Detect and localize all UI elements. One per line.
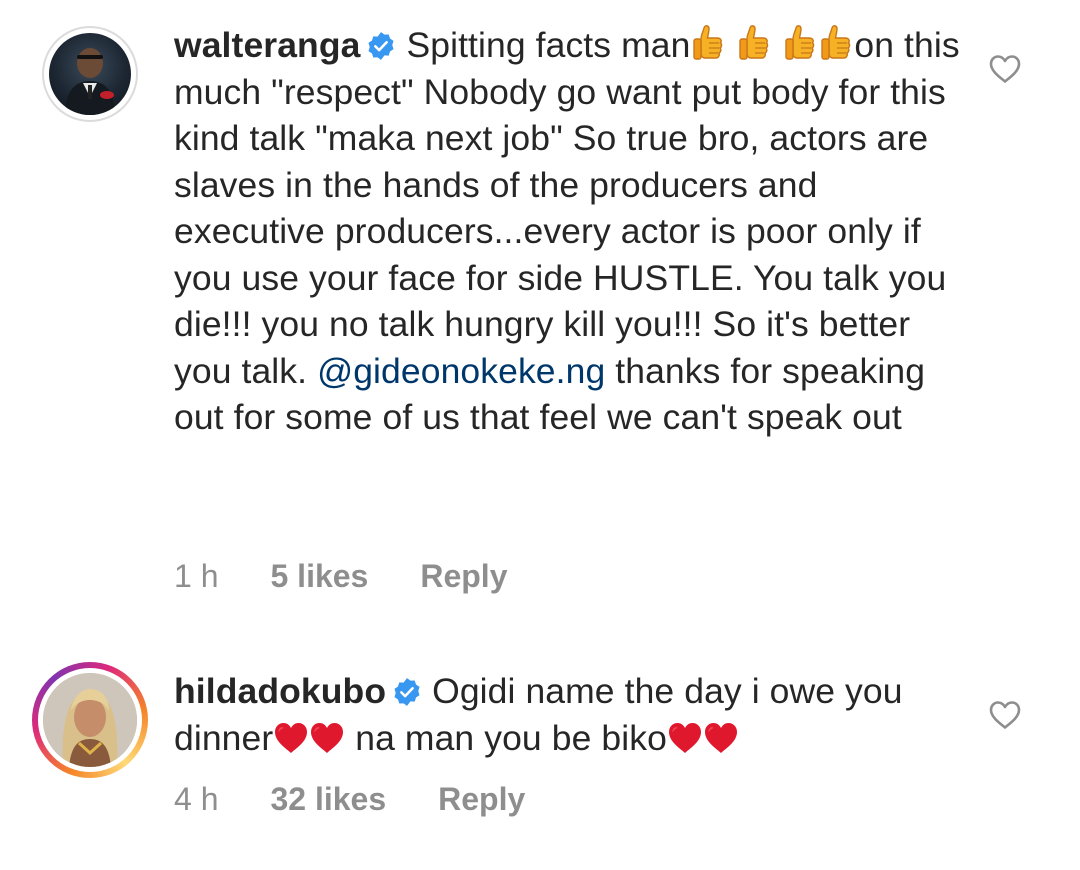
avatar-image bbox=[49, 33, 131, 115]
likes-count[interactable]: 32 likes bbox=[270, 781, 386, 818]
reply-button[interactable]: Reply bbox=[438, 781, 525, 818]
thumbs-up-icon bbox=[818, 23, 854, 63]
avatar-story-ring bbox=[38, 668, 142, 772]
avatar[interactable] bbox=[32, 662, 148, 778]
red-heart-icon bbox=[667, 721, 703, 755]
comment-meta: 1 h 5 likes Reply bbox=[174, 558, 507, 595]
comment-body: na man you be biko bbox=[355, 717, 667, 758]
thumbs-up-icon bbox=[690, 23, 726, 63]
comment-body: Spitting facts man bbox=[406, 25, 691, 65]
red-heart-icon bbox=[703, 721, 739, 755]
avatar[interactable] bbox=[42, 26, 138, 122]
verified-badge-icon bbox=[366, 31, 396, 61]
timestamp: 4 h bbox=[174, 781, 219, 817]
username[interactable]: walteranga bbox=[174, 25, 360, 65]
heart-outline-icon[interactable] bbox=[988, 54, 1022, 84]
mention-link[interactable]: @gideonokeke.ng bbox=[317, 351, 605, 391]
red-heart-icon bbox=[309, 721, 345, 755]
thumbs-up-icon bbox=[736, 23, 772, 63]
comment-meta: 4 h 32 likes Reply bbox=[174, 781, 525, 818]
comment-body: on this much "respect" Nobody go want pu… bbox=[174, 25, 960, 391]
likes-count[interactable]: 5 likes bbox=[270, 558, 368, 595]
avatar-image bbox=[43, 673, 137, 767]
comment-text: hildadokubo Ogidi name the day i owe you … bbox=[174, 668, 964, 761]
username[interactable]: hildadokubo bbox=[174, 671, 386, 711]
comment-text: walteranga Spitting facts man on this muc… bbox=[174, 22, 964, 441]
comment-item: hildadokubo Ogidi name the day i owe you … bbox=[0, 640, 1080, 870]
verified-badge-icon bbox=[392, 677, 422, 707]
red-heart-icon bbox=[273, 721, 309, 755]
thumbs-up-icon bbox=[782, 23, 818, 63]
timestamp: 1 h bbox=[174, 558, 219, 594]
reply-button[interactable]: Reply bbox=[420, 558, 507, 595]
comment-item: walteranga Spitting facts man on this muc… bbox=[0, 0, 1080, 620]
heart-outline-icon[interactable] bbox=[988, 700, 1022, 730]
